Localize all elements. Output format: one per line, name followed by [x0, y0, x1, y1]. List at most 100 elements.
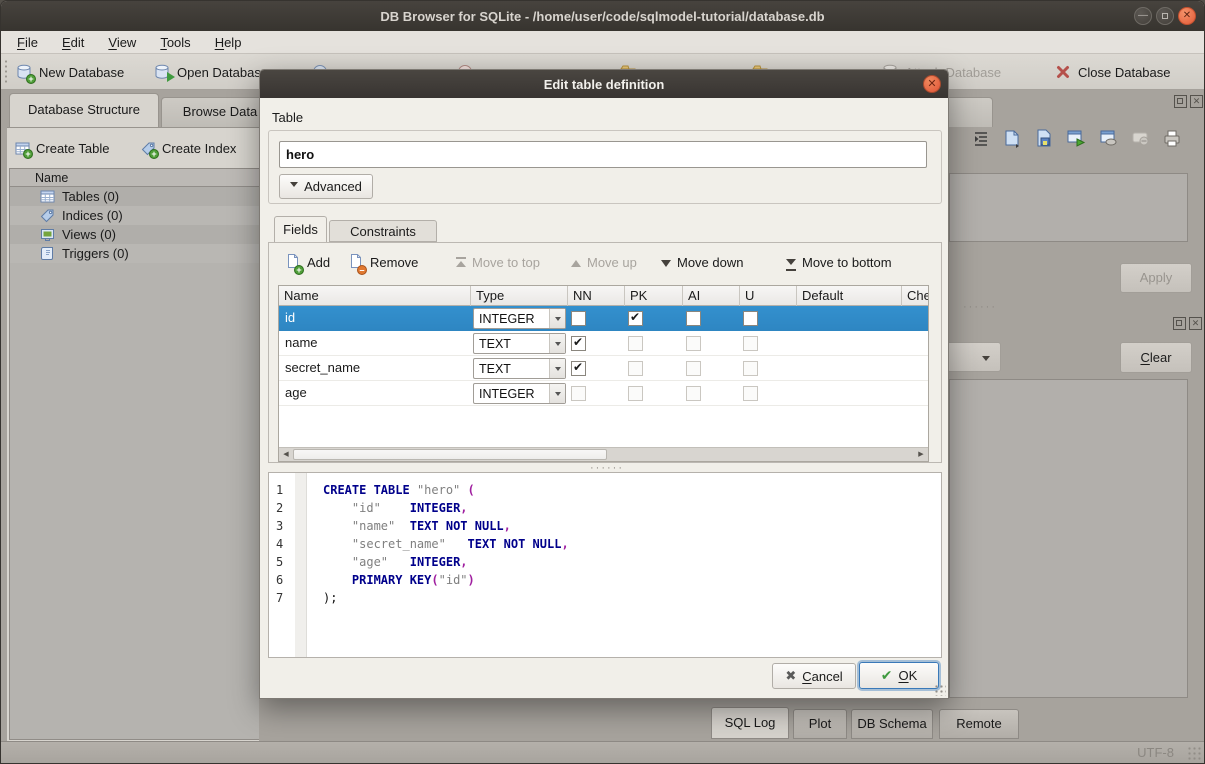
- fields-table-hscrollbar[interactable]: ◀ ▶: [279, 447, 928, 461]
- create-index-button[interactable]: + Create Index: [141, 136, 236, 160]
- column-header-default[interactable]: Default: [797, 286, 902, 306]
- nn-checkbox[interactable]: [571, 311, 586, 326]
- tree-item-triggers[interactable]: Triggers (0): [10, 244, 259, 263]
- chevron-down-icon[interactable]: [549, 334, 565, 353]
- nn-checkbox[interactable]: [571, 336, 586, 351]
- menu-help[interactable]: Help: [203, 31, 254, 54]
- splitter-handle[interactable]: ······: [963, 301, 997, 313]
- dock-float-icon[interactable]: [1173, 317, 1186, 330]
- menu-view[interactable]: View: [96, 31, 148, 54]
- sql-log-area[interactable]: [949, 379, 1188, 698]
- print-icon[interactable]: [1162, 128, 1184, 150]
- window-titlebar[interactable]: DB Browser for SQLite - /home/user/code/…: [1, 1, 1204, 31]
- tab-fields[interactable]: Fields: [274, 216, 327, 242]
- create-table-button[interactable]: + Create Table: [15, 136, 109, 160]
- dock-close-icon[interactable]: ✕: [1189, 317, 1202, 330]
- column-header-nn[interactable]: NN: [568, 286, 625, 306]
- field-row-age[interactable]: age INTEGER: [279, 381, 928, 406]
- tab-sql-log[interactable]: SQL Log: [711, 707, 789, 739]
- pk-checkbox[interactable]: [628, 361, 643, 376]
- column-header-pk[interactable]: PK: [625, 286, 683, 306]
- window-resize-grip[interactable]: [1187, 746, 1201, 760]
- link-window-icon[interactable]: [1099, 128, 1121, 150]
- minimize-icon[interactable]: —: [1134, 7, 1152, 25]
- execute-window-icon[interactable]: [1066, 128, 1088, 150]
- field-name-cell[interactable]: id: [285, 310, 295, 325]
- tab-remote[interactable]: Remote: [939, 709, 1019, 739]
- menu-edit[interactable]: Edit: [50, 31, 96, 54]
- column-header-name[interactable]: Name: [279, 286, 471, 306]
- mdi-restore-icon[interactable]: [1174, 95, 1187, 108]
- toolbar-handle[interactable]: [4, 59, 9, 85]
- chevron-down-icon[interactable]: [549, 359, 565, 378]
- dialog-close-icon[interactable]: ✕: [923, 75, 941, 93]
- ai-checkbox[interactable]: [686, 386, 701, 401]
- u-checkbox[interactable]: [743, 386, 758, 401]
- fields-table-header[interactable]: NameTypeNNPKAIUDefaultCheck: [279, 286, 928, 306]
- new-database-button[interactable]: + New Database: [15, 61, 124, 83]
- schema-tree[interactable]: Name Tables (0)Indices (0)Views (0)Trigg…: [9, 168, 259, 740]
- tree-header[interactable]: Name: [10, 169, 259, 187]
- close-icon[interactable]: ✕: [1178, 7, 1196, 25]
- move-to-bottom-button[interactable]: Move to bottom: [786, 250, 892, 274]
- chevron-down-icon[interactable]: [549, 309, 565, 328]
- close-database-button[interactable]: Close Database: [1054, 61, 1171, 83]
- dialog-resize-grip[interactable]: [934, 684, 946, 696]
- nn-checkbox[interactable]: [571, 361, 586, 376]
- column-header-ai[interactable]: AI: [683, 286, 740, 306]
- open-database-button[interactable]: Open Database: [153, 61, 268, 83]
- field-type-combobox[interactable]: TEXT: [473, 333, 566, 354]
- scrollbar-thumb[interactable]: [293, 449, 607, 460]
- field-name-cell[interactable]: name: [285, 335, 318, 350]
- move-down-button[interactable]: Move down: [661, 250, 743, 274]
- field-type-combobox[interactable]: INTEGER: [473, 383, 566, 404]
- field-row-name[interactable]: name TEXT: [279, 331, 928, 356]
- ok-button[interactable]: ✔ OK: [859, 662, 939, 689]
- table-name-input[interactable]: [279, 141, 927, 168]
- u-checkbox[interactable]: [743, 311, 758, 326]
- field-row-secret_name[interactable]: secret_name TEXT: [279, 356, 928, 381]
- tree-item-tables[interactable]: Tables (0): [10, 187, 259, 206]
- nn-checkbox[interactable]: [571, 386, 586, 401]
- ai-checkbox[interactable]: [686, 336, 701, 351]
- chevron-down-icon[interactable]: [549, 384, 565, 403]
- fields-table[interactable]: NameTypeNNPKAIUDefaultCheck idINTEGERnam…: [278, 285, 929, 462]
- indent-icon[interactable]: [971, 128, 993, 150]
- cell-editor-area[interactable]: [949, 173, 1188, 242]
- u-checkbox[interactable]: [743, 336, 758, 351]
- tab-plot[interactable]: Plot: [793, 709, 847, 739]
- mdi-close-icon[interactable]: ✕: [1190, 95, 1203, 108]
- menu-tools[interactable]: Tools: [148, 31, 202, 54]
- u-checkbox[interactable]: [743, 361, 758, 376]
- scroll-right-icon[interactable]: ▶: [914, 448, 928, 461]
- field-type-combobox[interactable]: TEXT: [473, 358, 566, 379]
- import-file-icon[interactable]: [1002, 128, 1024, 150]
- add-button[interactable]: +Add: [285, 250, 330, 274]
- export-file-icon[interactable]: [1034, 128, 1056, 150]
- column-header-check[interactable]: Check: [902, 286, 929, 306]
- tab-constraints[interactable]: Constraints: [329, 220, 437, 242]
- column-header-u[interactable]: U: [740, 286, 797, 306]
- remove-button[interactable]: –Remove: [348, 250, 418, 274]
- sql-preview[interactable]: 1234567 – CREATE TABLE "hero" ( "id" INT…: [268, 472, 942, 658]
- maximize-icon[interactable]: [1156, 7, 1174, 25]
- advanced-button[interactable]: Advanced: [279, 174, 373, 199]
- pk-checkbox[interactable]: [628, 386, 643, 401]
- column-header-type[interactable]: Type: [471, 286, 568, 306]
- pk-checkbox[interactable]: [628, 336, 643, 351]
- field-type-combobox[interactable]: INTEGER: [473, 308, 566, 329]
- pk-checkbox[interactable]: [628, 311, 643, 326]
- null-icon[interactable]: [1131, 128, 1153, 150]
- field-row-id[interactable]: id INTEGER: [279, 306, 928, 331]
- fold-margin[interactable]: [295, 473, 307, 657]
- ai-checkbox[interactable]: [686, 311, 701, 326]
- tree-item-views[interactable]: Views (0): [10, 225, 259, 244]
- scroll-left-icon[interactable]: ◀: [279, 448, 293, 461]
- field-name-cell[interactable]: secret_name: [285, 360, 360, 375]
- field-name-cell[interactable]: age: [285, 385, 307, 400]
- tab-db-schema[interactable]: DB Schema: [851, 709, 933, 739]
- tree-item-indices[interactable]: Indices (0): [10, 206, 259, 225]
- menu-file[interactable]: File: [5, 31, 50, 54]
- cancel-button[interactable]: ✖ Cancel: [772, 663, 856, 689]
- ai-checkbox[interactable]: [686, 361, 701, 376]
